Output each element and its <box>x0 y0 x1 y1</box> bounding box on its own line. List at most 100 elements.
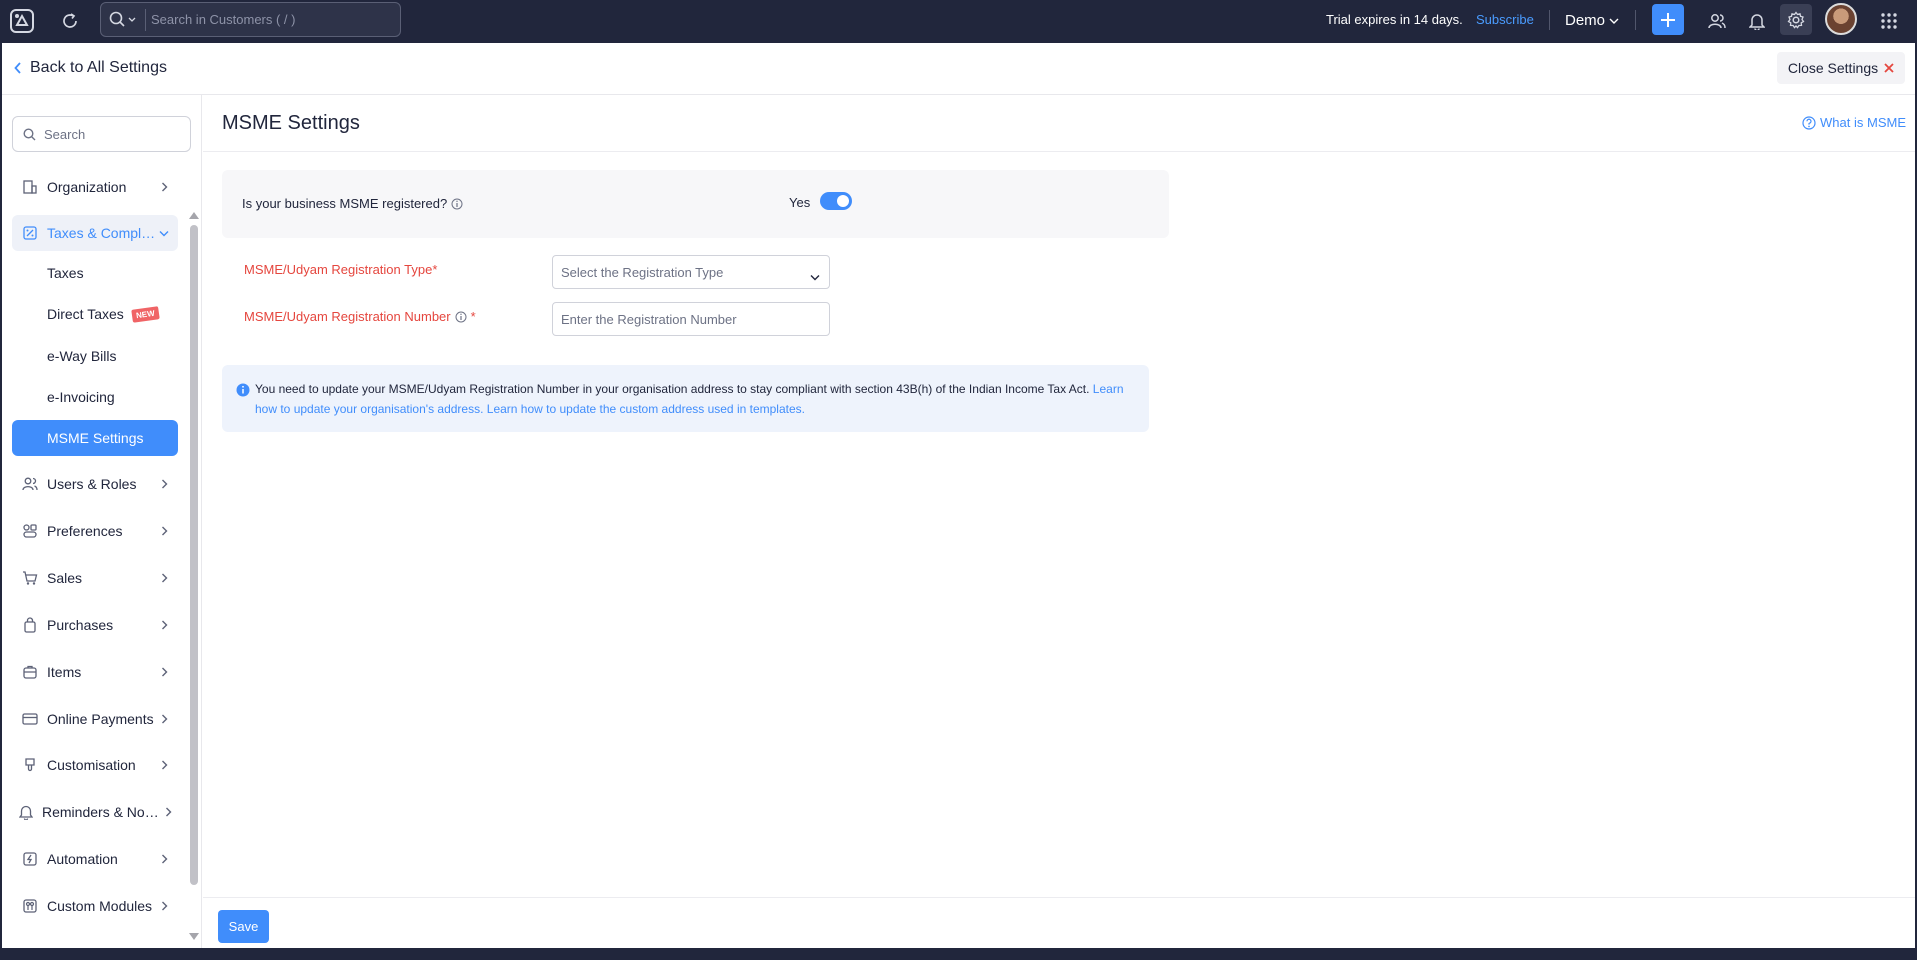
info-icon[interactable] <box>455 311 467 323</box>
gear-icon <box>1787 10 1805 29</box>
plus-icon <box>1661 12 1675 27</box>
chevron-right-icon <box>156 854 172 864</box>
sidebar-item-label: Users & Roles <box>47 476 137 492</box>
new-badge: NEW <box>131 305 160 323</box>
modules-icon <box>20 896 40 916</box>
avatar[interactable] <box>1825 3 1857 35</box>
back-label: Back to All Settings <box>30 59 167 76</box>
sidebar-search-input[interactable]: Search <box>12 116 191 152</box>
bolt-icon <box>20 849 40 869</box>
card-icon <box>20 709 40 729</box>
recent-icon[interactable] <box>58 0 82 42</box>
chevron-right-icon <box>156 901 172 911</box>
registration-type-label-text: MSME/Udyam Registration Type* <box>244 262 438 277</box>
required-marker: * <box>470 309 476 324</box>
search-icon <box>23 128 36 144</box>
registration-type-select[interactable]: Select the Registration Type <box>552 255 830 289</box>
divider <box>203 151 1915 152</box>
quick-create-button[interactable] <box>1652 4 1684 35</box>
chevron-right-icon <box>156 714 172 724</box>
sidebar-subitem-msme-settings[interactable]: MSME Settings <box>12 420 178 456</box>
building-icon <box>20 177 40 197</box>
sidebar-item-online-payments[interactable]: Online Payments <box>12 701 178 737</box>
sidebar-item-automation[interactable]: Automation <box>12 841 178 877</box>
page-title: MSME Settings <box>222 112 360 134</box>
registration-number-label-text: MSME/Udyam Registration Number <box>244 309 451 324</box>
trial-text: Trial expires in 14 days. <box>1326 12 1463 27</box>
msme-question-label: Is your business MSME registered? <box>242 196 448 211</box>
form-footer: Save <box>203 897 1915 948</box>
msme-registered-toggle[interactable] <box>820 192 852 210</box>
sidebar-item-items[interactable]: Items <box>12 654 178 690</box>
search-icon[interactable] <box>109 11 137 32</box>
sidebar-item-users-roles[interactable]: Users & Roles <box>12 466 178 502</box>
info-icon[interactable] <box>451 198 463 210</box>
close-settings-button[interactable]: Close Settings <box>1777 52 1905 84</box>
sidebar-item-custom-modules[interactable]: Custom Modules <box>12 888 178 924</box>
sidebar-item-reminders-notifications[interactable]: Reminders & Noti... <box>12 794 178 830</box>
what-is-msme-link[interactable]: What is MSME <box>1802 115 1906 130</box>
sidebar-subitem-direct-taxes[interactable]: Direct Taxes NEW <box>12 296 178 332</box>
brush-icon <box>20 755 40 775</box>
chevron-left-icon <box>14 62 21 74</box>
users-icon[interactable] <box>1705 0 1729 42</box>
chevron-right-icon <box>156 526 172 536</box>
sidebar-subitem-label: Taxes <box>47 265 84 281</box>
sidebar-item-label: Purchases <box>47 617 114 633</box>
box-icon <box>20 662 40 682</box>
sidebar-subitem-label: e-Invoicing <box>47 389 115 405</box>
sidebar-scrollbar[interactable] <box>190 225 198 885</box>
sidebar-item-purchases[interactable]: Purchases <box>12 607 178 643</box>
registration-number-label: MSME/Udyam Registration Number * <box>244 309 476 324</box>
sidebar-item-label: Automation <box>47 851 118 867</box>
sidebar-item-sales[interactable]: Sales <box>12 560 178 596</box>
msme-settings-content: MSME Settings What is MSME Is your busin… <box>203 95 1915 948</box>
sidebar-subitem-eway-bills[interactable]: e-Way Bills <box>12 338 178 374</box>
settings-button[interactable] <box>1780 4 1812 35</box>
divider <box>1635 10 1636 30</box>
sidebar-item-preferences[interactable]: Preferences <box>12 513 178 549</box>
app-logo-icon[interactable] <box>8 0 36 42</box>
chevron-right-icon <box>160 807 176 817</box>
sidebar-item-label: Custom Modules <box>47 898 153 914</box>
scroll-up-arrow[interactable] <box>189 212 199 219</box>
settings-sidebar: Search Organization Taxes & Complia... T… <box>2 95 202 948</box>
chevron-down-icon <box>810 268 820 284</box>
sidebar-item-label: Reminders & Noti... <box>42 804 160 820</box>
search-placeholder[interactable]: Search in Customers ( / ) <box>151 12 296 27</box>
back-to-settings-link[interactable]: Back to All Settings <box>14 59 167 77</box>
bag-icon <box>20 615 40 635</box>
what-is-msme-label: What is MSME <box>1820 115 1906 130</box>
save-button[interactable]: Save <box>218 910 269 943</box>
chevron-right-icon <box>156 573 172 583</box>
sidebar-item-label: Items <box>47 664 82 680</box>
divider <box>1549 10 1550 30</box>
sidebar-subitem-e-invoicing[interactable]: e-Invoicing <box>12 379 178 415</box>
subscribe-link[interactable]: Subscribe <box>1476 12 1534 27</box>
chevron-down-icon <box>156 230 172 237</box>
chevron-right-icon <box>156 182 172 192</box>
sidebar-item-label: Organization <box>47 179 127 195</box>
apps-grid-icon[interactable] <box>1877 0 1901 42</box>
global-search[interactable]: Search in Customers ( / ) <box>100 2 401 37</box>
chevron-right-icon <box>156 667 172 677</box>
org-switcher[interactable]: Demo <box>1565 12 1619 29</box>
registration-number-input[interactable] <box>552 302 830 336</box>
sidebar-item-label: Sales <box>47 570 83 586</box>
sidebar-item-organization[interactable]: Organization <box>12 169 178 205</box>
search-divider <box>145 9 146 31</box>
toggle-knob <box>837 195 849 207</box>
scroll-down-arrow[interactable] <box>189 933 199 940</box>
bell-icon[interactable] <box>1745 0 1769 42</box>
sidebar-subitem-taxes[interactable]: Taxes <box>12 255 178 291</box>
info-circle-icon <box>236 383 250 400</box>
sidebar-item-taxes-compliance[interactable]: Taxes & Complia... <box>12 215 178 251</box>
sidebar-item-customisation[interactable]: Customisation <box>12 747 178 783</box>
bell-icon <box>16 802 36 822</box>
update-custom-address-link[interactable]: Learn how to update the custom address u… <box>487 402 805 416</box>
close-label: Close Settings <box>1787 60 1879 76</box>
sidebar-item-label: Online Payments <box>47 711 154 727</box>
sidebar-subitem-label: e-Way Bills <box>47 348 117 364</box>
chevron-down-icon <box>1609 18 1619 24</box>
chevron-right-icon <box>156 620 172 630</box>
